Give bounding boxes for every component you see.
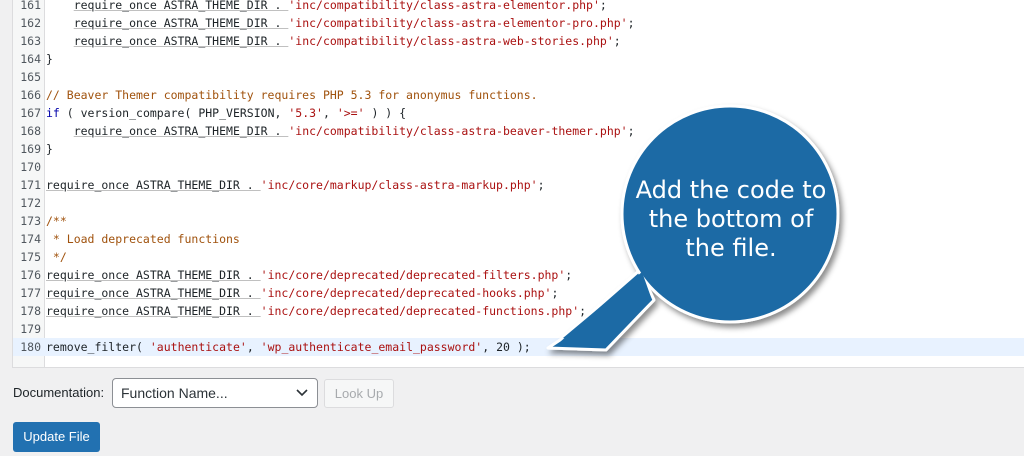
line-number: 180 — [20, 340, 41, 354]
code-line[interactable]: 175 */ — [13, 248, 1024, 266]
callout-line: Add the code to — [635, 176, 827, 204]
code-line[interactable]: 171 require_once ASTRA_THEME_DIR . 'inc/c… — [13, 176, 1024, 194]
code-lines: 161 require_once ASTRA_THEME_DIR . 'inc/… — [13, 0, 1024, 356]
code-text: */ — [46, 250, 67, 264]
code-line[interactable]: 164} — [13, 50, 1024, 68]
code-line[interactable]: 163 require_once ASTRA_THEME_DIR . 'inc/… — [13, 32, 1024, 50]
code-line[interactable]: 165 — [13, 68, 1024, 86]
code-text: require_once ASTRA_THEME_DIR . 'inc/comp… — [73, 16, 635, 30]
callout-line: the file. — [685, 234, 777, 262]
code-line[interactable]: 174 * Load deprecated functions — [13, 230, 1024, 248]
code-line[interactable]: 161 require_once ASTRA_THEME_DIR . 'inc/… — [13, 0, 1024, 14]
code-text: // Beaver Themer compatibility requires … — [46, 88, 538, 102]
callout-text: Add the code to the bottom of the file. — [630, 176, 832, 263]
line-number: 171 — [20, 178, 41, 192]
code-line[interactable]: 179 — [13, 320, 1024, 338]
line-number: 166 — [20, 88, 41, 102]
code-text: require_once ASTRA_THEME_DIR . 'inc/comp… — [73, 0, 607, 12]
code-line[interactable]: 172 — [13, 194, 1024, 212]
line-number: 175 — [20, 250, 41, 264]
callout-line: the bottom of — [648, 205, 814, 233]
line-number: 174 — [20, 232, 41, 246]
code-text: remove_filter( 'authenticate', 'wp_authe… — [46, 340, 531, 354]
line-number: 178 — [20, 304, 41, 318]
line-number: 165 — [20, 70, 41, 84]
code-text: } — [46, 52, 53, 66]
code-text: require_once ASTRA_THEME_DIR . 'inc/comp… — [73, 34, 621, 48]
code-text: require_once ASTRA_THEME_DIR . 'inc/core… — [46, 304, 587, 318]
code-line[interactable]: 177 require_once ASTRA_THEME_DIR . 'inc/c… — [13, 284, 1024, 302]
code-line[interactable]: 168 require_once ASTRA_THEME_DIR . 'inc/… — [13, 122, 1024, 140]
code-text: require_once ASTRA_THEME_DIR . 'inc/core… — [46, 178, 545, 192]
code-line[interactable]: 178 require_once ASTRA_THEME_DIR . 'inc/c… — [13, 302, 1024, 320]
line-number: 168 — [20, 124, 41, 138]
code-text: require_once ASTRA_THEME_DIR . 'inc/core… — [46, 286, 559, 300]
look-up-button[interactable]: Look Up — [324, 379, 394, 408]
code-text: /** — [46, 214, 67, 228]
code-editor[interactable]: 161 require_once ASTRA_THEME_DIR . 'inc/… — [12, 0, 1024, 368]
code-text: require_once ASTRA_THEME_DIR . 'inc/comp… — [73, 124, 635, 138]
code-text: * Load deprecated functions — [46, 232, 240, 246]
line-number: 164 — [20, 52, 41, 66]
code-line[interactable]: 170 — [13, 158, 1024, 176]
documentation-label: Documentation: — [13, 385, 105, 400]
code-line[interactable]: 162 require_once ASTRA_THEME_DIR . 'inc/… — [13, 14, 1024, 32]
line-number: 173 — [20, 214, 41, 228]
code-line[interactable]: 173 /** — [13, 212, 1024, 230]
line-number: 177 — [20, 286, 41, 300]
code-text: require_once ASTRA_THEME_DIR . 'inc/core… — [46, 268, 573, 282]
update-file-button[interactable]: Update File — [13, 422, 100, 452]
line-number: 161 — [20, 0, 41, 12]
code-text: if ( version_compare( PHP_VERSION, '5.3'… — [46, 106, 407, 120]
line-number: 162 — [20, 16, 41, 30]
chevron-down-icon — [295, 379, 309, 417]
function-name-select[interactable]: Function Name... — [112, 378, 318, 408]
line-number: 167 — [20, 106, 41, 120]
line-number: 176 — [20, 268, 41, 282]
line-number: 172 — [20, 196, 41, 210]
line-number: 163 — [20, 34, 41, 48]
code-text: } — [46, 142, 53, 156]
line-number: 170 — [20, 160, 41, 174]
code-line[interactable]: 176 require_once ASTRA_THEME_DIR . 'inc/c… — [13, 266, 1024, 284]
code-line[interactable]: 167 if ( version_compare( PHP_VERSION, '5… — [13, 104, 1024, 122]
function-name-select-value: Function Name... — [121, 385, 228, 401]
line-number: 179 — [20, 322, 41, 336]
code-line[interactable]: 180 remove_filter( 'authenticate', 'wp_au… — [13, 338, 1024, 356]
code-line[interactable]: 166 // Beaver Themer compatibility requir… — [13, 86, 1024, 104]
code-line[interactable]: 169} — [13, 140, 1024, 158]
line-number: 169 — [20, 142, 41, 156]
